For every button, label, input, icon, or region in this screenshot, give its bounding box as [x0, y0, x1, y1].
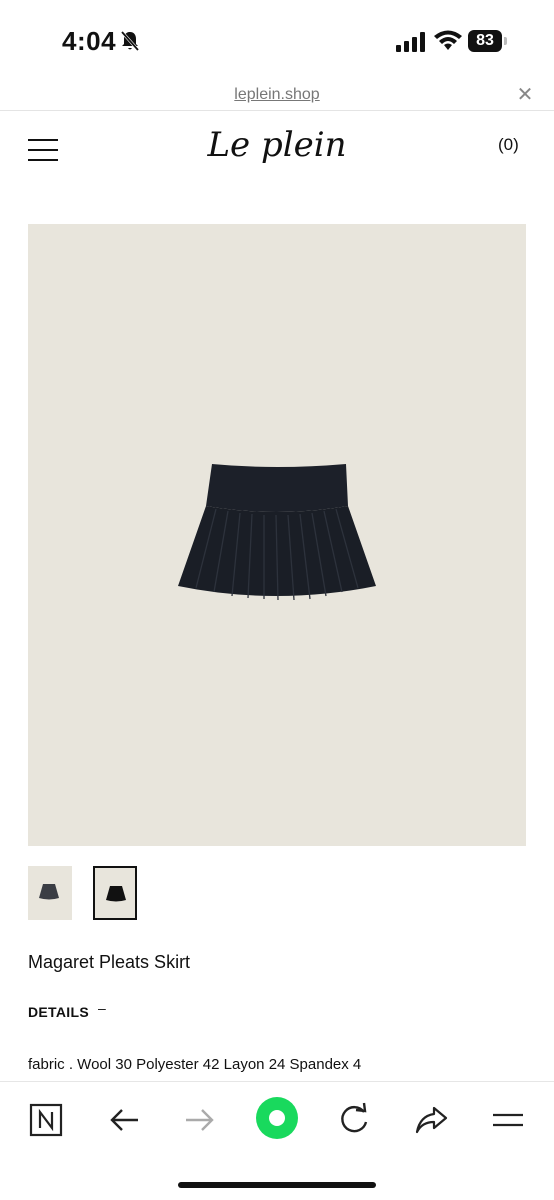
- status-time: 4:04: [62, 26, 117, 56]
- thumbnail-2-selected[interactable]: [93, 866, 137, 920]
- cart-button[interactable]: (0): [498, 135, 519, 155]
- wifi-icon: [434, 30, 462, 50]
- skirt-thumb-image: [106, 886, 126, 902]
- status-bar: 4:04 83: [0, 0, 554, 82]
- product-name: Magaret Pleats Skirt: [28, 952, 191, 972]
- battery-indicator: 83: [468, 30, 508, 52]
- home-indicator[interactable]: [178, 1182, 376, 1188]
- fabric-info: fabric . Wool 30 Polyester 42 Layon 24 S…: [28, 1056, 362, 1073]
- silent-bell-icon: [120, 31, 140, 51]
- details-heading[interactable]: DETAILS: [28, 1004, 89, 1020]
- close-icon[interactable]: ✕: [514, 84, 536, 106]
- skirt-image: [178, 464, 376, 601]
- battery-tip: [504, 37, 507, 45]
- back-arrow-icon[interactable]: [104, 1100, 144, 1140]
- site-logo[interactable]: Le plein: [180, 117, 374, 173]
- reload-icon[interactable]: [334, 1100, 374, 1140]
- site-header: Le plein (0): [0, 111, 554, 181]
- forward-arrow-icon[interactable]: [180, 1100, 220, 1140]
- thumbnail-1[interactable]: [28, 866, 72, 920]
- browser-toolbar: [0, 1081, 554, 1200]
- naver-n-icon[interactable]: [26, 1100, 66, 1140]
- battery-level: 83: [468, 30, 502, 52]
- signal-icon: [396, 32, 425, 52]
- skirt-thumb-image: [39, 884, 59, 900]
- hamburger-menu-icon[interactable]: [28, 139, 58, 161]
- details-collapse-toggle[interactable]: –: [98, 1000, 106, 1016]
- url-text[interactable]: leplein.shop: [0, 86, 554, 104]
- share-icon[interactable]: [412, 1100, 452, 1140]
- menu-icon[interactable]: [488, 1100, 528, 1140]
- page: 4:04 83 leplein.shop ✕ Le plein (0) Maga…: [0, 0, 554, 1200]
- url-bar[interactable]: leplein.shop ✕: [0, 82, 554, 111]
- product-image[interactable]: [28, 224, 526, 846]
- home-circle-icon[interactable]: [256, 1097, 298, 1139]
